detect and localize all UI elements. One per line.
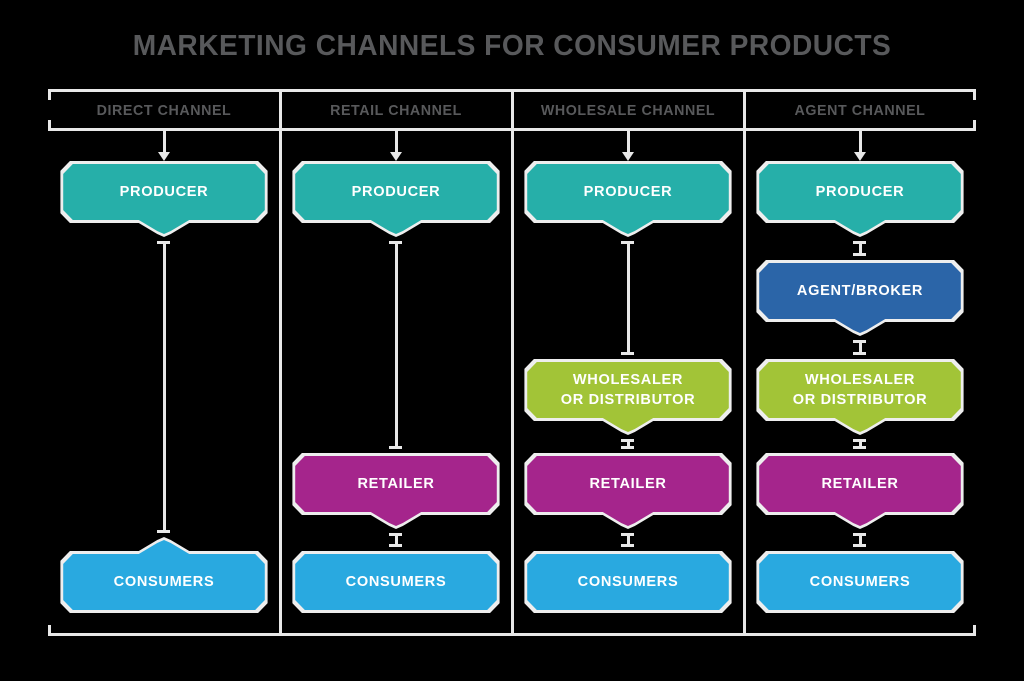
header-connector-line xyxy=(395,131,398,153)
node-label: AGENT/BROKER xyxy=(796,282,924,300)
node-agent-consumers: CONSUMERS xyxy=(756,551,964,613)
connector-tick xyxy=(621,533,634,536)
connector-tick xyxy=(389,446,402,449)
page-title: MARKETING CHANNELS FOR CONSUMER PRODUCTS xyxy=(132,30,892,62)
connector-tick xyxy=(621,439,634,442)
node-wholesale-producer: PRODUCER xyxy=(524,161,732,237)
connector-tick xyxy=(157,241,170,244)
node-direct-consumers: CONSUMERS xyxy=(60,537,268,613)
connector-line xyxy=(395,242,398,448)
node-agent-wholesaler: WHOLESALER OR DISTRIBUTOR xyxy=(756,359,964,435)
connector-tick xyxy=(389,533,402,536)
header-connector-line xyxy=(163,131,166,153)
connector-tick xyxy=(853,439,866,442)
frame-rule-cap xyxy=(973,89,976,100)
connector-tick xyxy=(389,241,402,244)
node-label: PRODUCER xyxy=(119,183,209,201)
column-header-wholesale: WHOLESALE CHANNEL xyxy=(540,102,716,119)
node-retail-retailer: RETAILER xyxy=(292,453,500,529)
node-label: CONSUMERS xyxy=(809,573,911,591)
column-divider-1 xyxy=(279,89,282,636)
frame-rule-cap xyxy=(973,120,976,131)
connector-tick xyxy=(621,241,634,244)
node-label: WHOLESALER OR DISTRIBUTOR xyxy=(560,371,696,408)
node-agent-agent: AGENT/BROKER xyxy=(756,260,964,336)
connector-tick xyxy=(853,544,866,547)
connector-tick xyxy=(853,253,866,256)
connector-line xyxy=(163,242,166,532)
connector-tick xyxy=(621,352,634,355)
arrowhead-icon xyxy=(158,152,170,161)
column-divider-3 xyxy=(743,89,746,636)
connector-tick xyxy=(853,446,866,449)
frame-rule-cap xyxy=(973,625,976,636)
node-wholesale-retailer: RETAILER xyxy=(524,453,732,529)
column-header-retail: RETAIL CHANNEL xyxy=(330,102,462,119)
node-label: RETAILER xyxy=(589,475,667,493)
node-wholesale-consumers: CONSUMERS xyxy=(524,551,732,613)
node-retail-consumers: CONSUMERS xyxy=(292,551,500,613)
connector-tick xyxy=(157,530,170,533)
arrowhead-icon xyxy=(622,152,634,161)
frame-rule-cap xyxy=(48,625,51,636)
connector-tick xyxy=(853,352,866,355)
node-label: CONSUMERS xyxy=(345,573,447,591)
connector-tick xyxy=(853,533,866,536)
node-label: RETAILER xyxy=(821,475,899,493)
node-label: PRODUCER xyxy=(351,183,441,201)
frame-rule-cap xyxy=(48,89,51,100)
node-wholesale-wholesaler: WHOLESALER OR DISTRIBUTOR xyxy=(524,359,732,435)
frame-rule-cap xyxy=(48,120,51,131)
node-label: PRODUCER xyxy=(815,183,905,201)
node-label: RETAILER xyxy=(357,475,435,493)
diagram-canvas: MARKETING CHANNELS FOR CONSUMER PRODUCTS… xyxy=(0,0,1024,681)
connector-tick xyxy=(621,446,634,449)
node-retail-producer: PRODUCER xyxy=(292,161,500,237)
connector-tick xyxy=(621,544,634,547)
node-label: CONSUMERS xyxy=(113,573,215,591)
node-agent-producer: PRODUCER xyxy=(756,161,964,237)
connector-tick xyxy=(853,241,866,244)
node-label: PRODUCER xyxy=(583,183,673,201)
node-direct-producer: PRODUCER xyxy=(60,161,268,237)
header-connector-line xyxy=(627,131,630,153)
arrowhead-icon xyxy=(854,152,866,161)
connector-tick xyxy=(853,340,866,343)
column-header-agent: AGENT CHANNEL xyxy=(794,102,926,119)
connector-line xyxy=(627,242,630,354)
header-connector-line xyxy=(859,131,862,153)
connector-tick xyxy=(389,544,402,547)
node-label: CONSUMERS xyxy=(577,573,679,591)
arrowhead-icon xyxy=(390,152,402,161)
node-agent-retailer: RETAILER xyxy=(756,453,964,529)
node-label: WHOLESALER OR DISTRIBUTOR xyxy=(792,371,928,408)
column-header-direct: DIRECT CHANNEL xyxy=(96,102,232,119)
column-divider-2 xyxy=(511,89,514,636)
